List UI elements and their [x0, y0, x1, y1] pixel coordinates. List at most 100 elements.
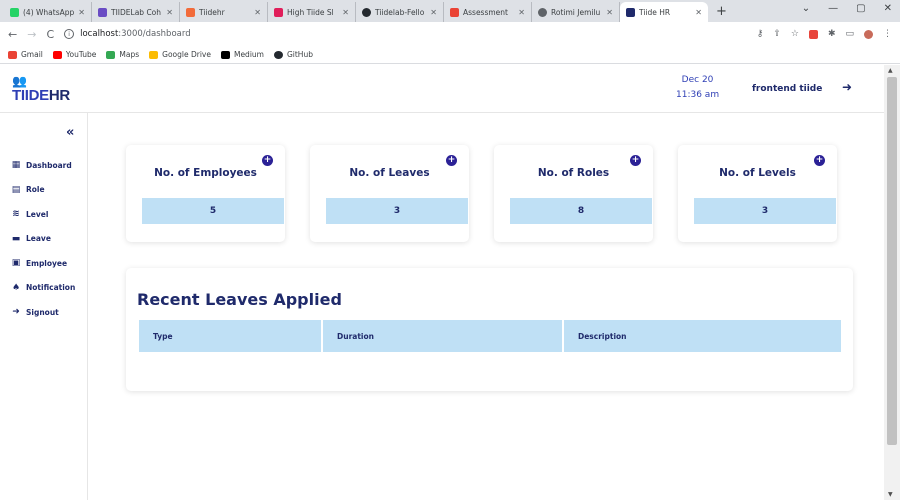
bell-icon: ♠	[11, 282, 21, 293]
browser-tab[interactable]: Rotimi Jemilu ✕	[532, 2, 620, 22]
scroll-up-arrow[interactable]: ▲	[888, 67, 893, 74]
gmail-icon	[8, 50, 17, 59]
sidebar-item-leave[interactable]: ▬ Leave	[10, 227, 75, 252]
stat-card-roles: No. of Roles + 8	[494, 145, 653, 242]
maps-icon	[106, 50, 116, 59]
browser-tab[interactable]: TIIDELab Coh ✕	[92, 2, 180, 22]
column-header-duration: Duration	[323, 320, 562, 352]
stat-value: 3	[694, 198, 836, 224]
bookmark-item[interactable]: Gmail	[8, 50, 43, 59]
scrollbar-thumb[interactable]	[887, 77, 897, 445]
close-window-button[interactable]: ✕	[884, 3, 892, 14]
profile-avatar[interactable]	[864, 29, 873, 39]
app-logo[interactable]: 👥 TIIDEHR	[12, 75, 70, 104]
bookmark-item[interactable]: YouTube	[52, 50, 96, 59]
column-header-type: Type	[139, 320, 321, 352]
back-button[interactable]: ←	[8, 28, 17, 41]
tiidehr-app-icon	[626, 7, 635, 17]
url-path: :3000/dashboard	[118, 29, 191, 39]
sidebar-item-employee[interactable]: ▣ Employee	[10, 251, 75, 276]
layers-icon: ≋	[12, 209, 20, 220]
extension-icon[interactable]	[808, 29, 818, 39]
url-host: localhost	[80, 29, 119, 39]
pin-icon	[274, 7, 283, 17]
scroll-down-arrow[interactable]: ▼	[888, 491, 893, 498]
bookmark-item[interactable]: Google Drive	[149, 50, 211, 59]
current-time: 11:36 am	[676, 90, 720, 100]
stat-value: 8	[510, 198, 652, 224]
close-icon[interactable]: ✕	[695, 8, 702, 17]
close-icon[interactable]: ✕	[518, 8, 525, 17]
key-icon[interactable]: ⚷	[757, 29, 764, 39]
close-icon[interactable]: ✕	[166, 8, 173, 17]
menu-icon[interactable]: ⋮	[883, 29, 892, 39]
add-employee-icon[interactable]: +	[262, 155, 273, 166]
reload-button[interactable]: C	[46, 28, 54, 41]
minimize-button[interactable]: —	[828, 3, 838, 14]
browser-tab[interactable]: Tiidehr ✕	[180, 2, 268, 22]
sidebar-item-notification[interactable]: ♠ Notification	[10, 276, 75, 301]
stat-card-employees: No. of Employees + 5	[126, 145, 285, 242]
close-icon[interactable]: ✕	[430, 8, 437, 17]
sidebar-item-signout[interactable]: ➜ Signout	[10, 300, 75, 325]
sidebar-nav: ▦ Dashboard ▤ Role ≋ Level ▬ Leave ▣ Employee…	[10, 153, 76, 325]
close-icon[interactable]: ✕	[254, 8, 261, 17]
id-card-icon: ▣	[11, 258, 21, 269]
browser-tab-bar: (4) WhatsApp ✕ TIIDELab Coh ✕ Tiidehr ✕ Hig…	[0, 0, 900, 22]
stat-card-levels: No. of Levels + 3	[678, 145, 837, 242]
google-drive-icon	[149, 50, 159, 59]
briefcase-icon: ▤	[11, 184, 21, 195]
stat-value: 3	[326, 198, 468, 224]
globe-icon	[538, 7, 547, 17]
sign-out-icon[interactable]: ➜	[842, 80, 852, 94]
tiidelab-icon	[98, 7, 107, 17]
url-input[interactable]: i localhost:3000/dashboard	[64, 25, 757, 43]
stat-title: No. of Employees	[154, 167, 257, 179]
forward-button[interactable]: →	[27, 28, 36, 41]
user-name[interactable]: frontend tiide	[752, 84, 822, 94]
close-icon[interactable]: ✕	[78, 8, 85, 17]
bookmarks-bar: Gmail YouTube Maps Google Drive Medium G…	[0, 46, 900, 64]
star-icon[interactable]: ☆	[791, 29, 799, 39]
chevron-down-icon[interactable]: ⌄	[802, 3, 810, 14]
browser-tab[interactable]: (4) WhatsApp ✕	[4, 2, 92, 22]
browser-tab-active[interactable]: Tiide HR ✕	[620, 2, 708, 22]
collapse-sidebar-icon[interactable]: «	[66, 125, 74, 140]
maximize-button[interactable]: ▢	[856, 3, 865, 14]
bookmark-item[interactable]: Medium	[220, 50, 264, 59]
github-icon	[362, 7, 371, 17]
sidebar-item-role[interactable]: ▤ Role	[10, 178, 75, 203]
tiidehr-icon	[186, 7, 195, 17]
sidebar-item-dashboard[interactable]: ▦ Dashboard	[10, 153, 75, 178]
close-icon[interactable]: ✕	[606, 8, 613, 17]
app-page: 👥 TIIDEHR Dec 20 11:36 am frontend tiide…	[0, 65, 884, 500]
sign-out-icon: ➜	[12, 307, 20, 318]
browser-tab[interactable]: Assessment ✕	[444, 2, 532, 22]
add-leave-icon[interactable]: +	[446, 155, 457, 166]
page-scrollbar[interactable]: ▲ ▼	[884, 65, 900, 500]
stat-card-leaves: No. of Leaves + 3	[310, 145, 469, 242]
puzzle-icon[interactable]: ✱	[828, 29, 836, 39]
address-bar: ← → C i localhost:3000/dashboard ⚷ ⇪ ☆ ✱…	[0, 22, 900, 46]
window-controls: ⌄ — ▢ ✕	[802, 3, 892, 14]
app-header: 👥 TIIDEHR Dec 20 11:36 am frontend tiide…	[0, 65, 884, 113]
table-header: Type Duration Description	[139, 320, 841, 352]
browser-tab[interactable]: Tiidelab-Fello ✕	[356, 2, 444, 22]
sidebar: « ▦ Dashboard ▤ Role ≋ Level ▬ Leave ▣ Employ…	[0, 113, 88, 500]
bookmark-item[interactable]: GitHub	[273, 50, 313, 59]
close-icon[interactable]: ✕	[342, 8, 349, 17]
section-title: Recent Leaves Applied	[137, 290, 342, 309]
sidepanel-icon[interactable]: ▭	[845, 29, 854, 39]
medium-icon	[220, 50, 230, 59]
add-role-icon[interactable]: +	[630, 155, 641, 166]
new-tab-button[interactable]: +	[716, 4, 727, 19]
bed-icon: ▬	[11, 233, 21, 244]
share-icon[interactable]: ⇪	[773, 29, 781, 39]
stat-value: 5	[142, 198, 284, 224]
sidebar-item-level[interactable]: ≋ Level	[10, 202, 75, 227]
info-icon[interactable]: i	[64, 29, 75, 39]
browser-tab[interactable]: High Tiide Sl ✕	[268, 2, 356, 22]
bookmark-item[interactable]: Maps	[106, 50, 139, 59]
people-icon: 👥	[12, 74, 27, 88]
add-level-icon[interactable]: +	[814, 155, 825, 166]
